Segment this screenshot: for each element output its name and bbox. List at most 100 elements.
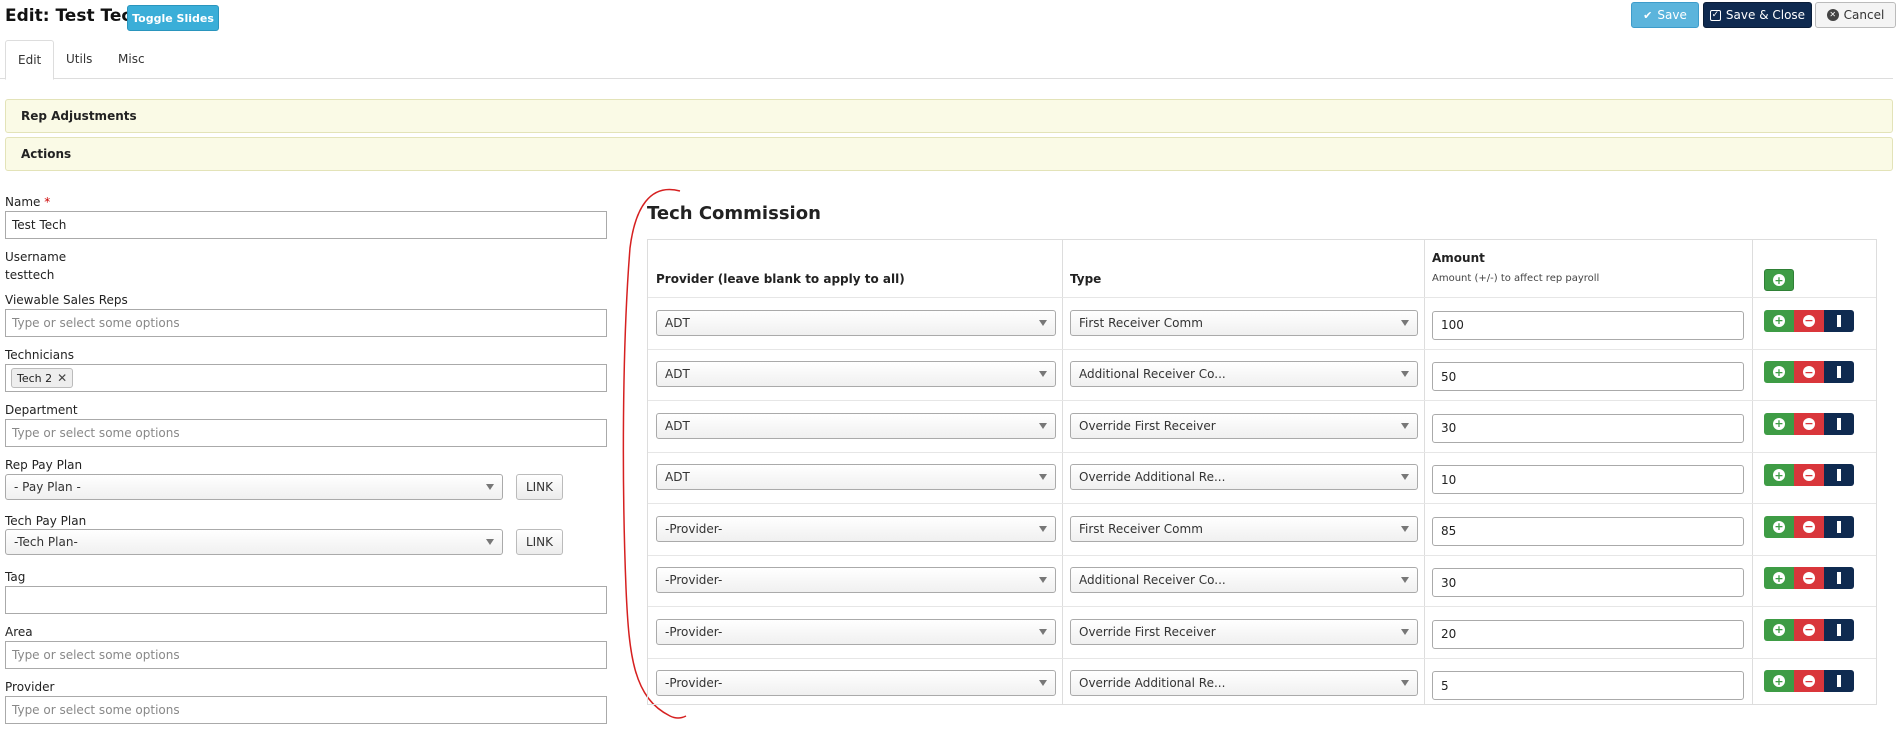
row-actions: + − xyxy=(1764,464,1854,487)
plus-circle-icon: + xyxy=(1773,314,1785,328)
name-label: Name * xyxy=(5,195,51,209)
move-row-handle[interactable] xyxy=(1824,567,1854,590)
tab-misc[interactable]: Misc xyxy=(106,40,157,79)
add-after-button[interactable]: + xyxy=(1764,464,1794,487)
chevron-down-icon xyxy=(1401,474,1409,481)
tag-input[interactable] xyxy=(5,586,607,614)
type-select[interactable]: Override First Receiver xyxy=(1070,412,1418,439)
cancel-button[interactable]: ✕ Cancel xyxy=(1815,2,1896,28)
move-row-handle[interactable] xyxy=(1824,618,1854,641)
tech-pay-plan-link-button[interactable]: LINK xyxy=(516,529,563,555)
technicians-input[interactable]: Tech 2 ✕ xyxy=(5,364,607,392)
tag-label: Tag xyxy=(5,570,26,584)
provider-value: ADT xyxy=(665,418,690,433)
remove-row-button[interactable]: − xyxy=(1794,361,1824,384)
amount-input[interactable]: 100 xyxy=(1432,310,1744,340)
provider-label: Provider xyxy=(5,680,55,694)
remove-chip-icon[interactable]: ✕ xyxy=(57,371,67,385)
remove-row-button[interactable]: − xyxy=(1794,412,1824,435)
provider-value: -Provider- xyxy=(665,573,723,588)
viewable-sales-reps-input[interactable]: Type or select some options xyxy=(5,309,607,337)
department-label: Department xyxy=(5,403,78,417)
add-after-button[interactable]: + xyxy=(1764,515,1794,538)
amount-input[interactable]: 85 xyxy=(1432,516,1744,546)
type-select[interactable]: Additional Receiver Co... xyxy=(1070,361,1418,388)
provider-input[interactable]: Type or select some options xyxy=(5,696,607,724)
move-row-handle[interactable] xyxy=(1824,412,1854,435)
type-select[interactable]: Override Additional Re... xyxy=(1070,670,1418,697)
plus-circle-icon: + xyxy=(1773,674,1785,688)
page-title: Edit: Test Tech xyxy=(5,6,144,26)
chevron-down-icon xyxy=(1039,577,1047,584)
add-after-button[interactable]: + xyxy=(1764,618,1794,641)
amount-input[interactable]: 5 xyxy=(1432,671,1744,701)
type-select[interactable]: Override Additional Re... xyxy=(1070,464,1418,491)
toggle-slides-button[interactable]: Toggle Slides xyxy=(127,5,219,31)
type-value: Override First Receiver xyxy=(1079,624,1216,639)
viewable-sales-reps-label: Viewable Sales Reps xyxy=(5,293,128,307)
name-field[interactable]: Test Tech xyxy=(5,211,607,239)
tech-pay-plan-value: -Tech Plan- xyxy=(14,535,78,549)
add-after-button[interactable]: + xyxy=(1764,412,1794,435)
remove-row-button[interactable]: − xyxy=(1794,309,1824,332)
provider-select[interactable]: -Provider- xyxy=(656,618,1056,645)
check-icon: ✔ xyxy=(1643,8,1653,22)
add-after-button[interactable]: + xyxy=(1764,670,1794,693)
add-after-button[interactable]: + xyxy=(1764,567,1794,590)
tab-utils[interactable]: Utils xyxy=(54,40,104,79)
remove-row-button[interactable]: − xyxy=(1794,515,1824,538)
amount-input[interactable]: 10 xyxy=(1432,465,1744,495)
chevron-down-icon xyxy=(1401,680,1409,687)
provider-select[interactable]: ADT xyxy=(656,309,1056,336)
move-row-handle[interactable] xyxy=(1824,361,1854,384)
provider-select[interactable]: ADT xyxy=(656,361,1056,388)
chevron-down-icon xyxy=(486,539,494,545)
chevron-down-icon xyxy=(1039,628,1047,635)
add-after-button[interactable]: + xyxy=(1764,309,1794,332)
provider-value: ADT xyxy=(665,470,690,485)
provider-select[interactable]: ADT xyxy=(656,464,1056,491)
amount-input[interactable]: 30 xyxy=(1432,413,1744,443)
add-after-button[interactable]: + xyxy=(1764,361,1794,384)
rep-adjustments-panel[interactable]: Rep Adjustments xyxy=(5,99,1893,133)
remove-row-button[interactable]: − xyxy=(1794,464,1824,487)
provider-select[interactable]: -Provider- xyxy=(656,515,1056,542)
row-actions: + − xyxy=(1764,567,1854,590)
save-close-button[interactable]: ✓ Save & Close xyxy=(1703,2,1812,28)
move-row-handle[interactable] xyxy=(1824,670,1854,693)
add-row-button[interactable]: + xyxy=(1764,269,1794,291)
plus-circle-icon: + xyxy=(1773,468,1785,482)
area-input[interactable]: Type or select some options xyxy=(5,641,607,669)
amount-input[interactable]: 30 xyxy=(1432,568,1744,598)
rep-pay-plan-link-button[interactable]: LINK xyxy=(516,474,563,500)
remove-row-button[interactable]: − xyxy=(1794,670,1824,693)
department-input[interactable]: Type or select some options xyxy=(5,419,607,447)
amount-input[interactable]: 20 xyxy=(1432,619,1744,649)
type-select[interactable]: Override First Receiver xyxy=(1070,618,1418,645)
move-row-handle[interactable] xyxy=(1824,464,1854,487)
viewable-placeholder: Type or select some options xyxy=(12,316,180,330)
remove-row-button[interactable]: − xyxy=(1794,618,1824,641)
provider-select[interactable]: ADT xyxy=(656,412,1056,439)
tech-pay-plan-select[interactable]: -Tech Plan- xyxy=(5,529,503,555)
provider-select[interactable]: -Provider- xyxy=(656,567,1056,594)
rep-pay-plan-select[interactable]: - Pay Plan - xyxy=(5,474,503,500)
move-handle-icon xyxy=(1837,366,1841,379)
save-button[interactable]: ✔ Save xyxy=(1631,2,1699,28)
actions-panel[interactable]: Actions xyxy=(5,137,1893,171)
move-handle-icon xyxy=(1837,572,1841,585)
required-mark: * xyxy=(44,195,51,209)
move-row-handle[interactable] xyxy=(1824,515,1854,538)
col-amount-subheader: Amount (+/-) to affect rep payroll xyxy=(1432,273,1600,284)
move-row-handle[interactable] xyxy=(1824,309,1854,332)
chevron-down-icon xyxy=(1039,319,1047,326)
type-select[interactable]: First Receiver Comm xyxy=(1070,309,1418,336)
provider-select[interactable]: -Provider- xyxy=(656,670,1056,697)
minus-circle-icon: − xyxy=(1803,417,1815,431)
remove-row-button[interactable]: − xyxy=(1794,567,1824,590)
type-select[interactable]: First Receiver Comm xyxy=(1070,515,1418,542)
amount-input[interactable]: 50 xyxy=(1432,362,1744,392)
type-select[interactable]: Additional Receiver Co... xyxy=(1070,567,1418,594)
tab-edit[interactable]: Edit xyxy=(5,40,55,80)
chevron-down-icon xyxy=(1401,628,1409,635)
